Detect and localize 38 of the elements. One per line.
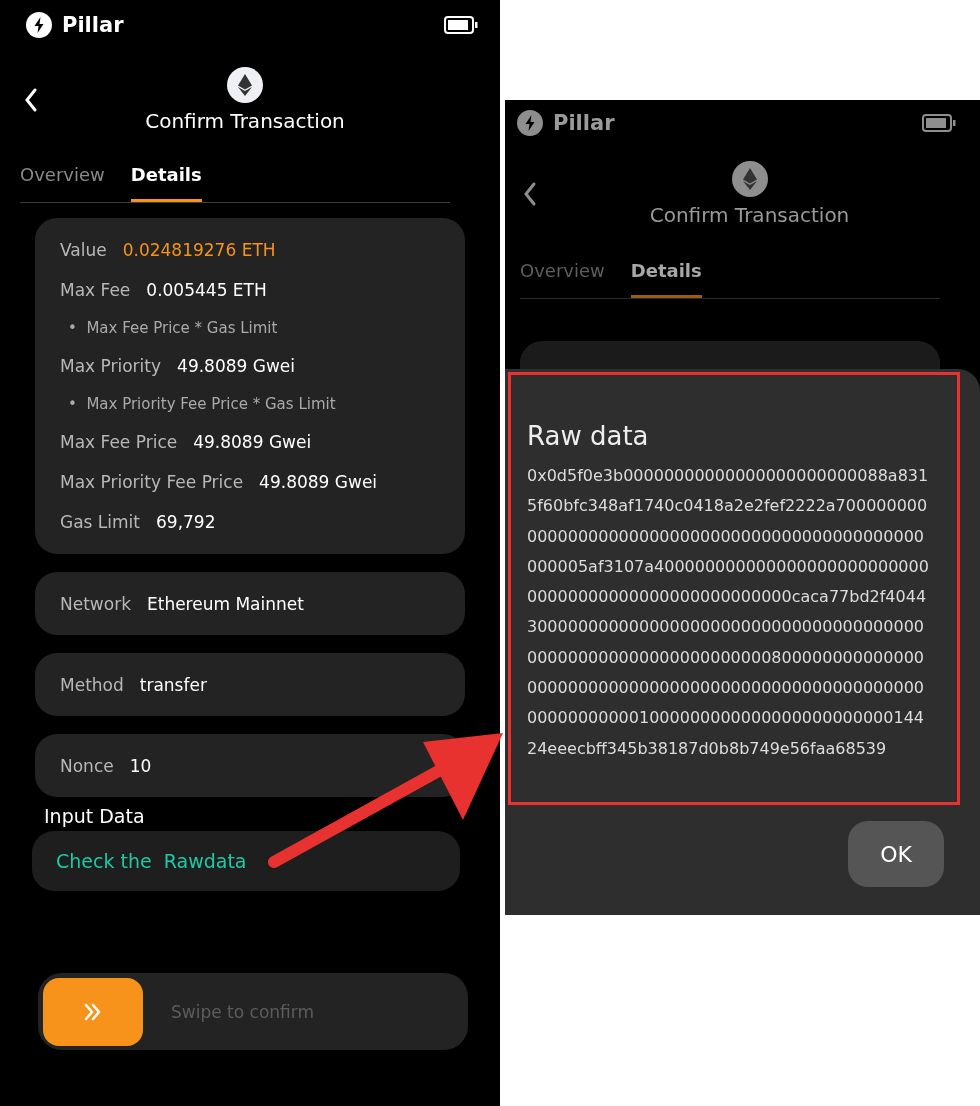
- ok-button[interactable]: OK: [848, 821, 944, 887]
- battery-icon: [922, 114, 956, 132]
- tab[interactable]: Details: [630, 252, 702, 298]
- field-label: Max Fee: [60, 280, 131, 300]
- formula-note: • Max Fee Price * Gas Limit: [67, 318, 279, 339]
- field-value: 69,792: [156, 512, 216, 532]
- swipe-handle[interactable]: [43, 977, 143, 1046]
- app-name: Pillar: [62, 13, 124, 37]
- field-label: Method: [60, 674, 124, 695]
- section-label: Input Data: [44, 805, 146, 827]
- lightning-icon: [26, 12, 52, 38]
- battery-icon: [444, 16, 478, 34]
- field-label: Gas Limit: [60, 512, 140, 532]
- app-name: Pillar: [553, 111, 615, 135]
- field-value: 0.024819276 ETH: [122, 240, 276, 260]
- field-value: transfer: [139, 674, 207, 695]
- field-value: 0.005445 ETH: [146, 280, 267, 300]
- raw-data-text: 0x0d5f0e3b00000000000000000000000088a8315f60bfc348af1740c0418a2e2fef2222a700000000000000000000000000000000000000000000000000005af3107a40000000000000000000000000000000000000000000000000000caca77bd2f404430000000000000000000000000000000000000000000000000000000000000080000000000000000000000000000000000000000000000000000000000000000100000000000000000000000014424eeecbff345b38187d0b8b749e56faa68539: [527, 465, 930, 760]
- field-label: Value: [60, 240, 107, 260]
- dialog-title: Raw data: [527, 421, 650, 451]
- raw-data-link[interactable]: Check the Rawdata: [32, 831, 460, 891]
- field-label: Max Fee Price: [60, 432, 178, 452]
- field-value: 49.8089 Gwei: [259, 472, 378, 492]
- field-value: 49.8089 Gwei: [193, 432, 312, 452]
- field-value: 49.8089 Gwei: [177, 356, 296, 376]
- field-label: Max Priority Fee Price: [60, 472, 244, 492]
- field-value: 10: [129, 755, 152, 776]
- field-value: Ethereum Mainnet: [147, 593, 304, 614]
- tab[interactable]: Overview: [20, 156, 105, 202]
- field-label: Nonce: [60, 755, 114, 776]
- lightning-icon: [517, 110, 543, 136]
- tab[interactable]: Details: [130, 156, 202, 202]
- field-label: Max Priority: [60, 356, 162, 376]
- screen-title: Confirm Transaction: [649, 203, 850, 227]
- formula-note: • Max Priority Fee Price * Gas Limit: [67, 394, 337, 415]
- screen-title: Confirm Transaction: [145, 109, 345, 133]
- swipe-label: Swipe to confirm: [171, 1001, 315, 1022]
- field-label: Network: [60, 593, 131, 614]
